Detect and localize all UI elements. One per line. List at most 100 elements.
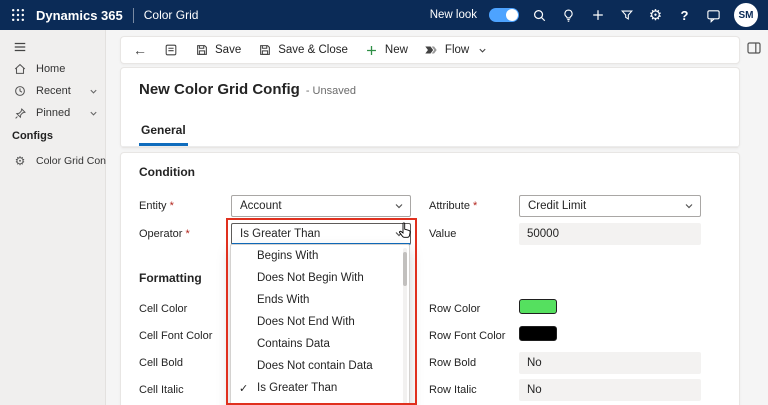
chevron-down-icon[interactable] (89, 87, 98, 96)
record-title: New Color Grid Config (139, 81, 300, 98)
new-plus-icon (364, 43, 379, 58)
chevron-down-icon (394, 229, 404, 239)
option-label: Does Not contain Data (257, 360, 373, 372)
row-bold-value: No (527, 357, 542, 369)
flow-label: Flow (444, 44, 470, 56)
top-bar: Dynamics 365 Color Grid New look ⚙ ? SM (0, 0, 768, 30)
form-body: Condition Entity Account Attribute Credi… (120, 152, 740, 405)
check-icon (239, 382, 248, 395)
hamburger-icon (12, 39, 28, 55)
new-button[interactable]: New (364, 43, 408, 58)
option-does-not-contain-data[interactable]: Does Not contain Data (231, 355, 409, 377)
entity-dropdown[interactable]: Account (231, 195, 411, 217)
section-title-formatting: Formatting (139, 271, 202, 285)
option-label: Begins With (257, 250, 319, 262)
home-icon (12, 61, 28, 77)
sidebar-item-color-grid-configs[interactable]: ⚙ Color Grid Configs (0, 150, 123, 172)
sidebar-item-recent[interactable]: Recent (0, 80, 105, 102)
waffle-menu-icon[interactable] (10, 7, 26, 23)
operator-label: Operator (139, 228, 190, 240)
new-look-toggle[interactable] (489, 8, 519, 22)
search-icon[interactable] (531, 7, 548, 24)
flow-icon (424, 43, 439, 58)
help-icon[interactable]: ? (676, 7, 693, 24)
option-begins-with[interactable]: Begins With (231, 245, 409, 267)
option-label: Does Not End With (257, 316, 355, 328)
feedback-icon[interactable] (705, 7, 722, 24)
sidebar-item-label: Pinned (36, 107, 71, 119)
product-name[interactable]: Dynamics 365 (36, 8, 123, 23)
option-ends-with[interactable]: Ends With (231, 289, 409, 311)
option-does-not-begin-with[interactable]: Does Not Begin With (231, 267, 409, 289)
tab-strip: General (121, 118, 739, 147)
sidebar-item-home[interactable]: Home (0, 58, 105, 80)
avatar[interactable]: SM (734, 3, 758, 27)
option-label: Ends With (257, 294, 310, 306)
value-field[interactable]: 50000 (519, 223, 701, 245)
clock-icon (12, 83, 28, 99)
chevron-down-icon (394, 201, 404, 211)
sitemap-collapse-button[interactable] (0, 36, 105, 58)
sidebar-item-label: Recent (36, 85, 71, 97)
row-bold-label: Row Bold (429, 357, 477, 369)
option-does-not-end-with[interactable]: Does Not End With (231, 311, 409, 333)
settings-gear-icon[interactable]: ⚙ (647, 7, 664, 24)
sidebar-group-label: Configs (12, 130, 53, 142)
option-label: Does Not Begin With (257, 272, 364, 284)
option-contains-data[interactable]: Contains Data (231, 333, 409, 355)
chevron-down-icon[interactable] (89, 109, 98, 118)
command-bar: ← Save Save & Close New Flow (120, 36, 740, 64)
save-and-close-button[interactable]: Save & Close (257, 43, 348, 58)
option-label: Contains Data (257, 338, 330, 350)
add-icon[interactable] (589, 7, 606, 24)
form-icon[interactable] (163, 43, 178, 58)
flow-button[interactable]: Flow (424, 43, 490, 58)
operator-value: Is Greater Than (240, 227, 321, 240)
side-pane-icon[interactable] (745, 39, 763, 57)
value-label: Value (429, 228, 457, 240)
gear-icon: ⚙ (14, 154, 26, 168)
save-and-close-label: Save & Close (278, 44, 348, 56)
option-label: Is Greater Than (257, 382, 338, 394)
record-status: - Unsaved (305, 85, 356, 97)
row-color-label: Row Color (429, 303, 481, 315)
new-label: New (384, 44, 408, 56)
app-name[interactable]: Color Grid (144, 8, 199, 22)
row-italic-value: No (527, 384, 542, 396)
new-look-label: New look (429, 9, 477, 21)
cell-italic-label: Cell Italic (139, 384, 184, 396)
row-italic-label: Row Italic (429, 384, 477, 396)
operator-dropdown[interactable]: Is Greater Than (231, 223, 411, 245)
cell-bold-label: Cell Bold (139, 357, 184, 369)
app-window: Dynamics 365 Color Grid New look ⚙ ? SM … (0, 0, 768, 405)
save-label: Save (215, 44, 242, 56)
save-button[interactable]: Save (194, 43, 241, 58)
row-italic-field[interactable]: No (519, 379, 701, 401)
sidebar-item-pinned[interactable]: Pinned (0, 102, 105, 124)
save-icon (194, 43, 209, 58)
topbar-actions: New look ⚙ ? SM (430, 3, 758, 27)
back-button[interactable]: ← (133, 43, 147, 57)
record-header: New Color Grid Config - Unsaved General (120, 67, 740, 148)
row-font-color-swatch[interactable] (519, 326, 557, 341)
pin-icon (12, 105, 28, 121)
filter-icon[interactable] (618, 7, 635, 24)
attribute-dropdown[interactable]: Credit Limit (519, 195, 701, 217)
row-bold-field[interactable]: No (519, 352, 701, 374)
toggle-knob (506, 9, 518, 21)
entity-label: Entity (139, 200, 174, 212)
tab-general[interactable]: General (139, 117, 188, 146)
scrollbar-thumb[interactable] (403, 252, 407, 286)
lightbulb-icon[interactable] (560, 7, 577, 24)
attribute-value: Credit Limit (528, 200, 587, 212)
cell-color-label: Cell Color (139, 303, 188, 315)
option-is-greater-than[interactable]: Is Greater Than (231, 377, 409, 399)
row-color-swatch[interactable] (519, 299, 557, 314)
chevron-down-icon (475, 43, 490, 58)
cell-font-color-label: Cell Font Color (139, 330, 213, 342)
topbar-divider (132, 7, 134, 23)
entity-value: Account (240, 200, 282, 212)
save-close-icon (257, 43, 272, 58)
row-font-color-label: Row Font Color (429, 330, 506, 342)
main-content: ← Save Save & Close New Flow New Color G… (106, 30, 768, 405)
